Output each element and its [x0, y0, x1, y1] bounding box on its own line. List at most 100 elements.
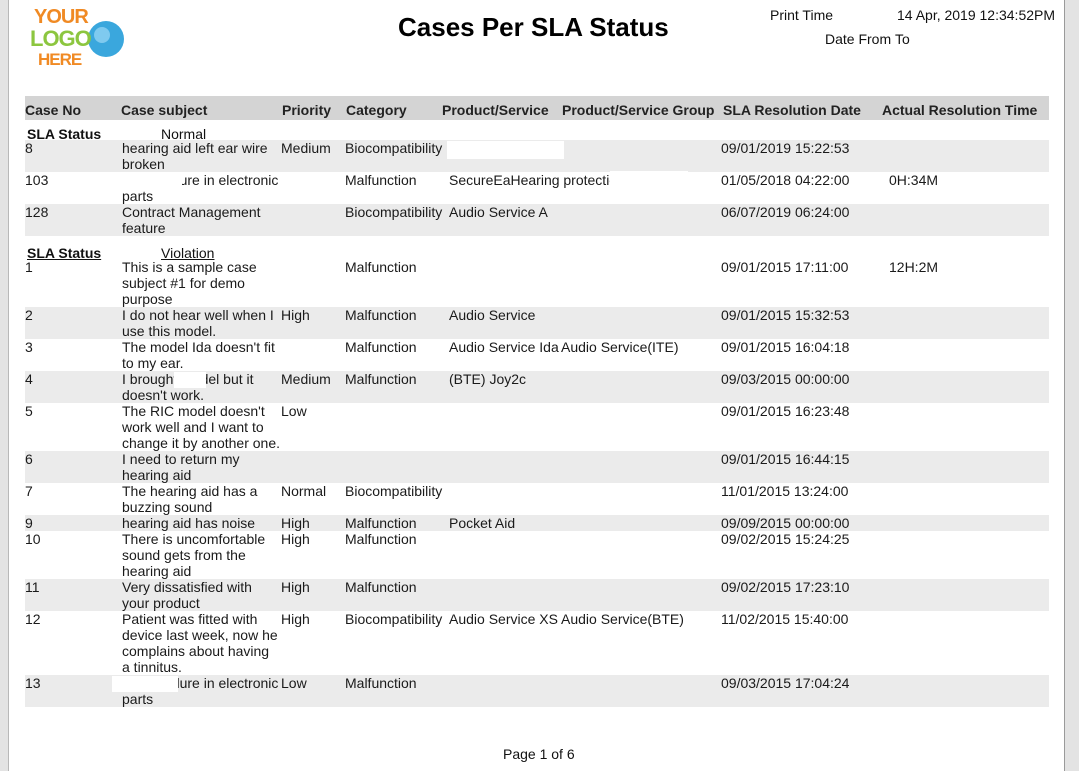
case-no-cell: 5 — [25, 403, 33, 419]
redaction-box — [447, 141, 564, 159]
column-header-sla-resolution-date: SLA Resolution Date — [723, 102, 861, 118]
table-row[interactable]: 10 There is uncomfortable sound gets from… — [25, 531, 1049, 579]
column-header-case-subject: Case subject — [121, 102, 208, 118]
sla-resolution-date-cell: 09/01/2015 17:11:00 — [721, 259, 849, 275]
case-no-cell: 9 — [25, 515, 33, 531]
print-time-label: Print Time — [770, 7, 834, 23]
case-subject-cell: The RIC model doesn't work well and I wa… — [122, 403, 281, 451]
case-no-cell: 103 — [25, 172, 49, 188]
category-cell: Biocompatibility — [345, 204, 443, 220]
case-subject-cell: I need to return my hearing aid — [122, 451, 240, 483]
category-cell: Malfunction — [345, 579, 417, 595]
category-cell: Biocompatibility — [345, 140, 443, 156]
product-service-cell: Pocket Aid — [449, 515, 516, 531]
redaction-box — [120, 172, 182, 188]
priority-cell: Medium — [281, 140, 331, 156]
priority-cell: High — [281, 579, 310, 595]
table-row[interactable]: 128 Contract Management feature Biocompati… — [25, 204, 1049, 236]
table-row[interactable]: 1 This is a sample case subject #1 for de… — [25, 259, 1049, 307]
case-subject-cell: Patient was fitted with device last week… — [122, 611, 278, 675]
priority-cell: Medium — [281, 371, 331, 387]
case-subject-cell: I do not hear well when I use this model… — [122, 307, 274, 339]
category-cell: Biocompatibility — [345, 611, 443, 627]
case-subject-cell: Contract Management feature — [122, 204, 261, 236]
sla-resolution-date-cell: 09/01/2015 15:32:53 — [721, 307, 850, 323]
viewer-scrollbar[interactable] — [1064, 0, 1079, 771]
case-no-cell: 3 — [25, 339, 33, 355]
case-no-cell: 8 — [25, 140, 33, 156]
company-logo: YOUR LOGO HERE — [24, 4, 128, 72]
case-no-cell: 2 — [25, 307, 33, 323]
redaction-box — [112, 676, 178, 692]
product-service-cell: Audio Service A — [449, 204, 548, 220]
product-service-group-cell: Audio Service(BTE) — [561, 611, 684, 627]
sla-resolution-date-cell: 06/07/2019 06:24:00 — [721, 204, 850, 220]
case-subject-cell: Very dissatisfied with your product — [122, 579, 252, 611]
actual-resolution-time-cell: 12H:2M — [889, 259, 939, 275]
sla-resolution-date-cell: 09/01/2015 16:04:18 — [721, 339, 850, 355]
case-subject-cell: hearing aid has noise — [122, 515, 256, 531]
actual-resolution-time-cell: 0H:34M — [889, 172, 939, 188]
sla-resolution-date-cell: 11/01/2015 13:24:00 — [721, 483, 849, 499]
table-row[interactable]: 12 Patient was fitted with device last we… — [25, 611, 1049, 675]
column-header-product-service: Product/Service — [442, 102, 549, 118]
sla-resolution-date-cell: 09/01/2019 15:22:53 — [721, 140, 850, 156]
table-row[interactable]: 13 levice failure in electronic parts Low M… — [25, 675, 1049, 707]
print-time-value: 14 Apr, 2019 12:34:52PM — [897, 7, 1056, 23]
product-service-cell: Audio Service Ida — [449, 339, 559, 355]
priority-cell: Low — [281, 675, 307, 691]
logo-text-line2: LOGO — [30, 26, 92, 51]
case-subject-cell: There is uncomfortable sound gets from t… — [122, 531, 266, 579]
priority-cell: High — [281, 531, 310, 547]
case-no-cell: 11 — [25, 579, 40, 595]
product-service-cell: (BTE) Joy2c — [449, 371, 527, 387]
category-cell: Biocompatibility — [345, 483, 443, 499]
sla-resolution-date-cell: 11/02/2015 15:40:00 — [721, 611, 849, 627]
priority-cell: High — [281, 515, 310, 531]
sla-resolution-date-cell: 09/03/2015 00:00:00 — [721, 371, 850, 387]
category-cell: Malfunction — [345, 307, 417, 323]
priority-cell: High — [281, 307, 310, 323]
logo-text-line3: HERE — [38, 50, 82, 69]
table-row[interactable]: 6 I need to return my hearing aid 09/01/20… — [25, 451, 1049, 483]
sla-resolution-date-cell: 09/09/2015 00:00:00 — [721, 515, 850, 531]
page-number: Page 1 of 6 — [503, 746, 575, 762]
category-cell: Malfunction — [345, 339, 417, 355]
table-row[interactable]: 3 The model Ida doesn't fit to my ear. Mal… — [25, 339, 1049, 371]
category-cell: Malfunction — [345, 172, 417, 188]
category-cell: Malfunction — [345, 515, 417, 531]
product-service-cell: Audio Service — [449, 307, 536, 323]
column-header-product-service-group: Product/Service Group — [562, 102, 715, 118]
redaction-box — [610, 171, 688, 187]
case-no-cell: 1 — [25, 259, 33, 275]
table-row[interactable]: 9 hearing aid has noise High Malfunction Poc… — [25, 515, 1049, 531]
case-subject-cell: The hearing aid has a buzzing sound — [122, 483, 258, 515]
column-header-priority: Priority — [282, 102, 332, 118]
category-cell: Malfunction — [345, 675, 417, 691]
table-row[interactable]: 2 I do not hear well when I use this mode… — [25, 307, 1049, 339]
column-header-category: Category — [346, 102, 407, 118]
sla-resolution-date-cell: 01/05/2018 04:22:00 — [721, 172, 850, 188]
priority-cell: Low — [281, 403, 307, 419]
case-no-cell: 128 — [25, 204, 49, 220]
category-cell: Malfunction — [345, 259, 417, 275]
table-row[interactable]: 7 The hearing aid has a buzzing sound Norm… — [25, 483, 1049, 515]
viewer-left-border — [0, 0, 9, 771]
case-no-cell: 10 — [25, 531, 41, 547]
case-no-cell: 7 — [25, 483, 33, 499]
column-header-case-no: Case No — [25, 102, 82, 118]
case-subject-cell: The model Ida doesn't fit to my ear. — [122, 339, 275, 371]
case-subject-cell: This is a sample case subject #1 for dem… — [122, 259, 257, 307]
case-no-cell: 12 — [25, 611, 41, 627]
case-subject-cell: hearing aid left ear wire broken — [122, 140, 268, 172]
product-service-group-cell: Audio Service(ITE) — [561, 339, 679, 355]
product-service-cell: Audio Service XS — [449, 611, 558, 627]
case-no-cell: 13 — [25, 675, 41, 691]
date-to-label: To — [895, 31, 910, 47]
sla-resolution-date-cell: 09/03/2015 17:04:24 — [721, 675, 850, 691]
table-row[interactable]: 5 The RIC model doesn't work well and I w… — [25, 403, 1049, 451]
table-row[interactable]: 11 Very dissatisfied with your product Hig… — [25, 579, 1049, 611]
date-from-label: Date From — [825, 31, 892, 47]
category-cell: Malfunction — [345, 531, 417, 547]
sla-resolution-date-cell: 09/01/2015 16:23:48 — [721, 403, 850, 419]
